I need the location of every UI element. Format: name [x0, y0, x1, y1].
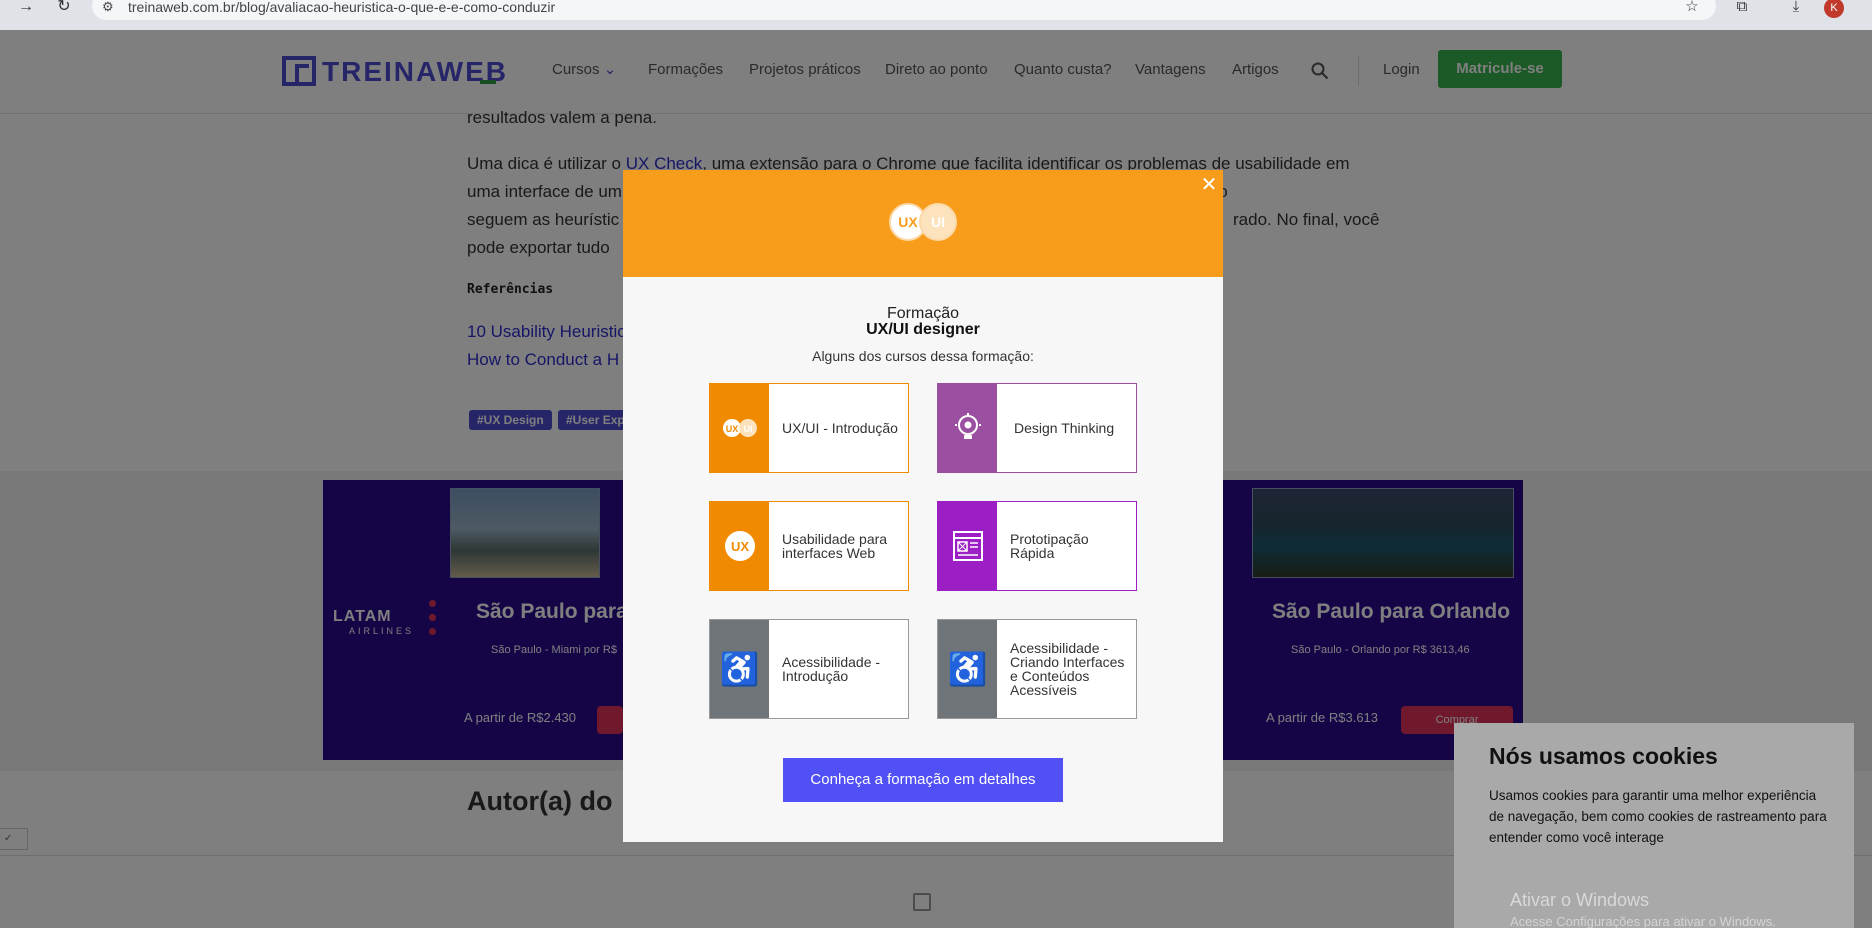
star-icon[interactable]: ☆: [1682, 0, 1702, 16]
course-label: Design Thinking: [1014, 420, 1115, 436]
course-label: Acessibilidade - Criando Interfaces e Co…: [1010, 640, 1125, 698]
close-icon[interactable]: ✕: [1200, 175, 1218, 195]
svg-text:UX: UX: [730, 539, 748, 554]
course-label: Acessibilidade - Introdução: [782, 654, 881, 684]
extensions-icon[interactable]: ⧉: [1732, 0, 1752, 16]
download-icon[interactable]: ⤓: [1786, 0, 1806, 16]
url-text: treinaweb.com.br/blog/avaliacao-heuristi…: [128, 0, 556, 15]
svg-text:UX: UX: [725, 424, 738, 434]
formation-modal: UX UI ✕ Formação UX/UI designer Alguns d…: [623, 170, 1223, 842]
course-card-acessibilidade-intro[interactable]: ♿ Acessibilidade - Introdução: [709, 619, 909, 719]
course-card-design-thinking[interactable]: Design Thinking: [937, 383, 1137, 473]
lightbulb-gear-icon: [938, 384, 997, 472]
course-card-uxui-intro[interactable]: UX UI UX/UI - Introdução: [709, 383, 909, 473]
site-info-icon[interactable]: ⚙: [102, 0, 114, 14]
course-card-acessibilidade-interfaces[interactable]: ♿ Acessibilidade - Criando Interfaces e …: [937, 619, 1137, 719]
browser-toolbar: → ↻ ⚙ treinaweb.com.br/blog/avaliacao-he…: [0, 0, 1872, 30]
windows-activation-title: Ativar o Windows: [1510, 890, 1650, 910]
cookie-text: Usamos cookies para garantir uma melhor …: [1489, 788, 1827, 845]
svg-text:UI: UI: [743, 424, 752, 434]
wireframe-icon: [938, 502, 997, 590]
modal-kicker: Formação: [886, 305, 960, 322]
reload-icon[interactable]: ↻: [52, 0, 76, 16]
uxui-badge-icon: UX UI: [889, 203, 957, 241]
arrow-right-icon[interactable]: →: [14, 0, 38, 16]
modal-subtitle: Alguns dos cursos dessa formação:: [812, 348, 1034, 364]
ux-icon: UX: [710, 502, 769, 590]
course-card-prototipacao[interactable]: Prototipação Rápida: [937, 501, 1137, 591]
course-label: UX/UI - Introdução: [782, 420, 898, 436]
wheelchair-icon: ♿: [710, 620, 769, 718]
profile-avatar[interactable]: K: [1824, 0, 1844, 18]
modal-header: UX UI ✕: [623, 170, 1223, 277]
wheelchair-icon: ♿: [938, 620, 997, 718]
windows-activation-sub: Acesse Configurações para ativar o Windo…: [1510, 914, 1776, 928]
formation-details-button[interactable]: Conheça a formação em detalhes: [783, 758, 1063, 802]
badge-ui-text: UI: [931, 214, 945, 230]
course-label: Usabilidade para interfaces Web: [782, 531, 888, 561]
course-card-usabilidade[interactable]: UX Usabilidade para interfaces Web: [709, 501, 909, 591]
cookie-title: Nós usamos cookies: [1489, 743, 1718, 769]
modal-title: UX/UI designer: [866, 321, 980, 338]
uxui-icon: UX UI: [710, 384, 769, 472]
course-label: Prototipação Rápida: [1010, 531, 1089, 561]
badge-ui: UI: [919, 203, 957, 241]
address-bar[interactable]: ⚙ treinaweb.com.br/blog/avaliacao-heuris…: [92, 0, 1716, 20]
